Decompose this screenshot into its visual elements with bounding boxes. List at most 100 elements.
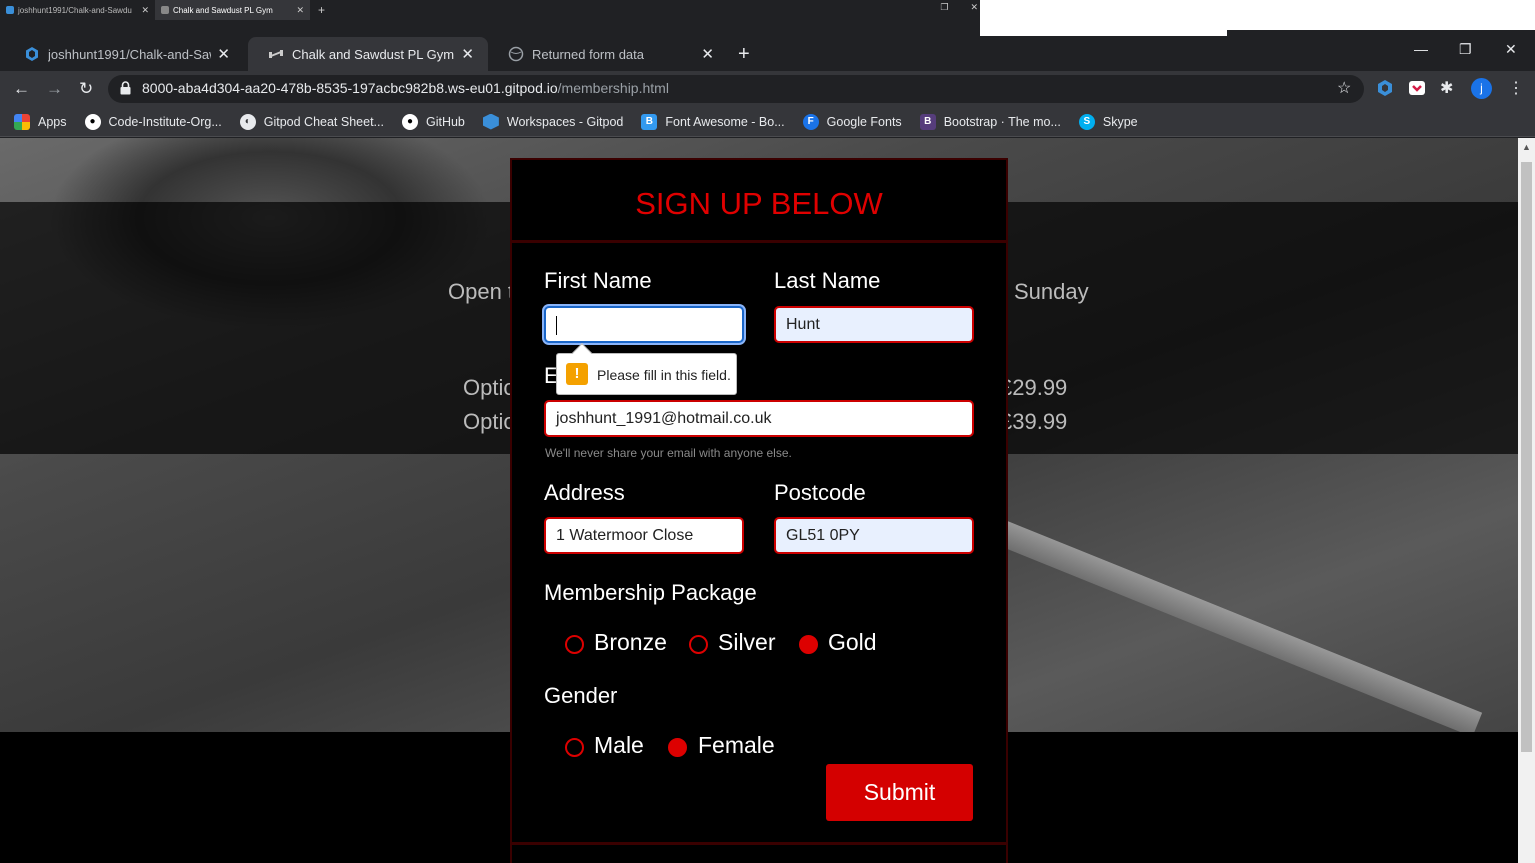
tab-label: Returned form data: [532, 46, 645, 62]
tab-returned-form-data[interactable]: Returned form data ✕: [488, 37, 728, 71]
opening-hours-text: Open t: [448, 279, 515, 304]
close-icon[interactable]: ✕: [141, 5, 149, 16]
tooltip-arrow: [572, 343, 592, 363]
option-2-price: £39.99: [1000, 409, 1068, 434]
gitpod-extension-icon[interactable]: [1376, 79, 1394, 97]
bookmark-label: Skype: [1102, 114, 1138, 129]
text-caret: [556, 316, 557, 335]
tab-label: joshhunt1991/Chalk-and-Sawdu: [48, 46, 211, 62]
inner-tab-label: Chalk and Sawdust PL Gym: [173, 5, 273, 15]
back-icon[interactable]: ←: [13, 79, 30, 99]
radio-male[interactable]: [565, 738, 584, 757]
bookmark-skype[interactable]: S Skype: [1078, 113, 1138, 130]
radio-bronze-label[interactable]: Bronze: [594, 629, 667, 656]
new-tab-icon[interactable]: +: [738, 43, 750, 66]
scroll-up-arrow-icon[interactable]: ▲: [1522, 142, 1531, 152]
postcode-input[interactable]: GL51 0PY: [774, 517, 974, 554]
opening-hours-text-end: Sunday: [1014, 279, 1089, 304]
profile-avatar[interactable]: j: [1471, 78, 1492, 99]
radio-female-label[interactable]: Female: [698, 732, 775, 759]
bookmark-apps[interactable]: Apps: [14, 113, 67, 130]
bookmark-workspaces-gitpod[interactable]: Workspaces - Gitpod: [482, 113, 624, 130]
bookmark-font-awesome[interactable]: B Font Awesome - Bo...: [641, 113, 785, 130]
bookmark-label: Font Awesome - Bo...: [665, 114, 785, 129]
inner-tab-repo[interactable]: joshhunt1991/Chalk-and-Sawdu ✕: [0, 0, 155, 20]
email-input[interactable]: joshhunt_1991@hotmail.co.uk: [544, 400, 974, 437]
inner-tab-strip: joshhunt1991/Chalk-and-Sawdu ✕ Chalk and…: [0, 0, 980, 20]
github-icon: ●: [401, 113, 418, 130]
bookmark-label: Bootstrap · The mo...: [943, 114, 1061, 129]
inner-tab-gym[interactable]: Chalk and Sawdust PL Gym ✕: [155, 0, 310, 20]
forward-icon[interactable]: →: [46, 79, 63, 99]
membership-package-label: Membership Package: [544, 580, 757, 605]
tab-label: Chalk and Sawdust PL Gym: [292, 46, 455, 62]
radio-silver[interactable]: [689, 635, 708, 654]
page-scrollbar[interactable]: ▲: [1518, 138, 1535, 863]
minimize-icon[interactable]: —: [1414, 41, 1428, 57]
close-icon[interactable]: ✕: [296, 5, 304, 16]
bookmark-label: Gitpod Cheat Sheet...: [263, 114, 384, 129]
url-path: /membership.html: [557, 80, 669, 96]
bookmark-label: Workspaces - Gitpod: [506, 114, 624, 129]
dumbbell-icon: [161, 6, 169, 14]
validation-message: Please fill in this field.: [597, 367, 731, 383]
radio-male-label[interactable]: Male: [594, 732, 644, 759]
close-icon[interactable]: ✕: [701, 45, 714, 63]
address-input[interactable]: 1 Watermoor Close: [544, 517, 744, 554]
extensions-puzzle-icon[interactable]: ✱: [1440, 78, 1453, 98]
skype-icon: S: [1078, 113, 1095, 130]
radio-gold-label[interactable]: Gold: [828, 629, 877, 656]
radio-gold[interactable]: [799, 635, 818, 654]
bookmark-google-fonts[interactable]: F Google Fonts: [802, 113, 902, 130]
tab-repo[interactable]: joshhunt1991/Chalk-and-Sawdu ✕: [4, 37, 244, 71]
apps-grid-icon: [14, 113, 30, 130]
modal-footer-divider: [512, 842, 1006, 845]
signup-form-modal: SIGN UP BELOW First Name Last Name Hunt …: [510, 158, 1008, 863]
first-name-input[interactable]: [544, 306, 744, 343]
tab-strip: joshhunt1991/Chalk-and-Sawdu ✕ Chalk and…: [0, 37, 1535, 71]
tab-gym[interactable]: Chalk and Sawdust PL Gym ✕: [248, 37, 488, 71]
warning-icon: !: [566, 363, 588, 385]
reload-icon[interactable]: ↻: [79, 79, 93, 99]
bookmark-label: Apps: [38, 114, 67, 129]
inner-window-controls: ❐ ✕: [940, 2, 978, 13]
radio-female[interactable]: [668, 738, 687, 757]
bookmark-bootstrap[interactable]: B Bootstrap · The mo...: [919, 113, 1061, 130]
menu-kebab-icon[interactable]: ⋮: [1508, 78, 1524, 98]
submit-button[interactable]: Submit: [826, 764, 973, 821]
first-name-label: First Name: [544, 268, 652, 293]
bookmark-label: GitHub: [425, 114, 465, 129]
restore-icon[interactable]: ❐: [940, 2, 948, 13]
close-icon[interactable]: ✕: [217, 45, 230, 63]
last-name-label: Last Name: [774, 268, 881, 293]
last-name-input[interactable]: Hunt: [774, 306, 974, 343]
dumbbell-icon: [269, 50, 283, 58]
close-window-icon[interactable]: ✕: [1505, 41, 1517, 58]
gender-label: Gender: [544, 683, 618, 708]
pocket-extension-icon[interactable]: [1408, 79, 1426, 97]
close-icon[interactable]: ✕: [461, 45, 474, 63]
bootstrap-icon: B: [919, 113, 936, 130]
modal-header: SIGN UP BELOW: [512, 160, 1006, 243]
radio-bronze[interactable]: [565, 635, 584, 654]
bookmark-code-institute[interactable]: ● Code-Institute-Org...: [84, 113, 222, 130]
new-tab-icon[interactable]: +: [318, 3, 325, 17]
bookmark-star-icon[interactable]: ☆: [1337, 78, 1351, 98]
bookmark-label: Code-Institute-Org...: [108, 114, 222, 129]
inner-tab-label: joshhunt1991/Chalk-and-Sawdu: [18, 5, 132, 15]
restore-icon[interactable]: ❐: [1459, 41, 1472, 58]
globe-icon: [508, 46, 524, 62]
close-icon[interactable]: ✕: [970, 2, 978, 13]
validation-tooltip: ! Please fill in this field.: [556, 343, 737, 395]
address-label: Address: [544, 480, 625, 505]
url-text[interactable]: 8000-aba4d304-aa20-478b-8535-197acbc982b…: [142, 80, 669, 96]
bookmark-gitpod-cheat-sheet[interactable]: ◐ Gitpod Cheat Sheet...: [239, 113, 384, 130]
lock-icon[interactable]: [120, 81, 131, 95]
blank-region-edge: [1227, 30, 1535, 37]
scrollbar-thumb[interactable]: [1521, 162, 1532, 752]
option-1-text: Optio: [463, 375, 516, 400]
gitpod-icon: [26, 47, 38, 61]
bookmark-github[interactable]: ● GitHub: [401, 113, 465, 130]
gitpod-icon: [6, 6, 14, 14]
radio-silver-label[interactable]: Silver: [718, 629, 776, 656]
